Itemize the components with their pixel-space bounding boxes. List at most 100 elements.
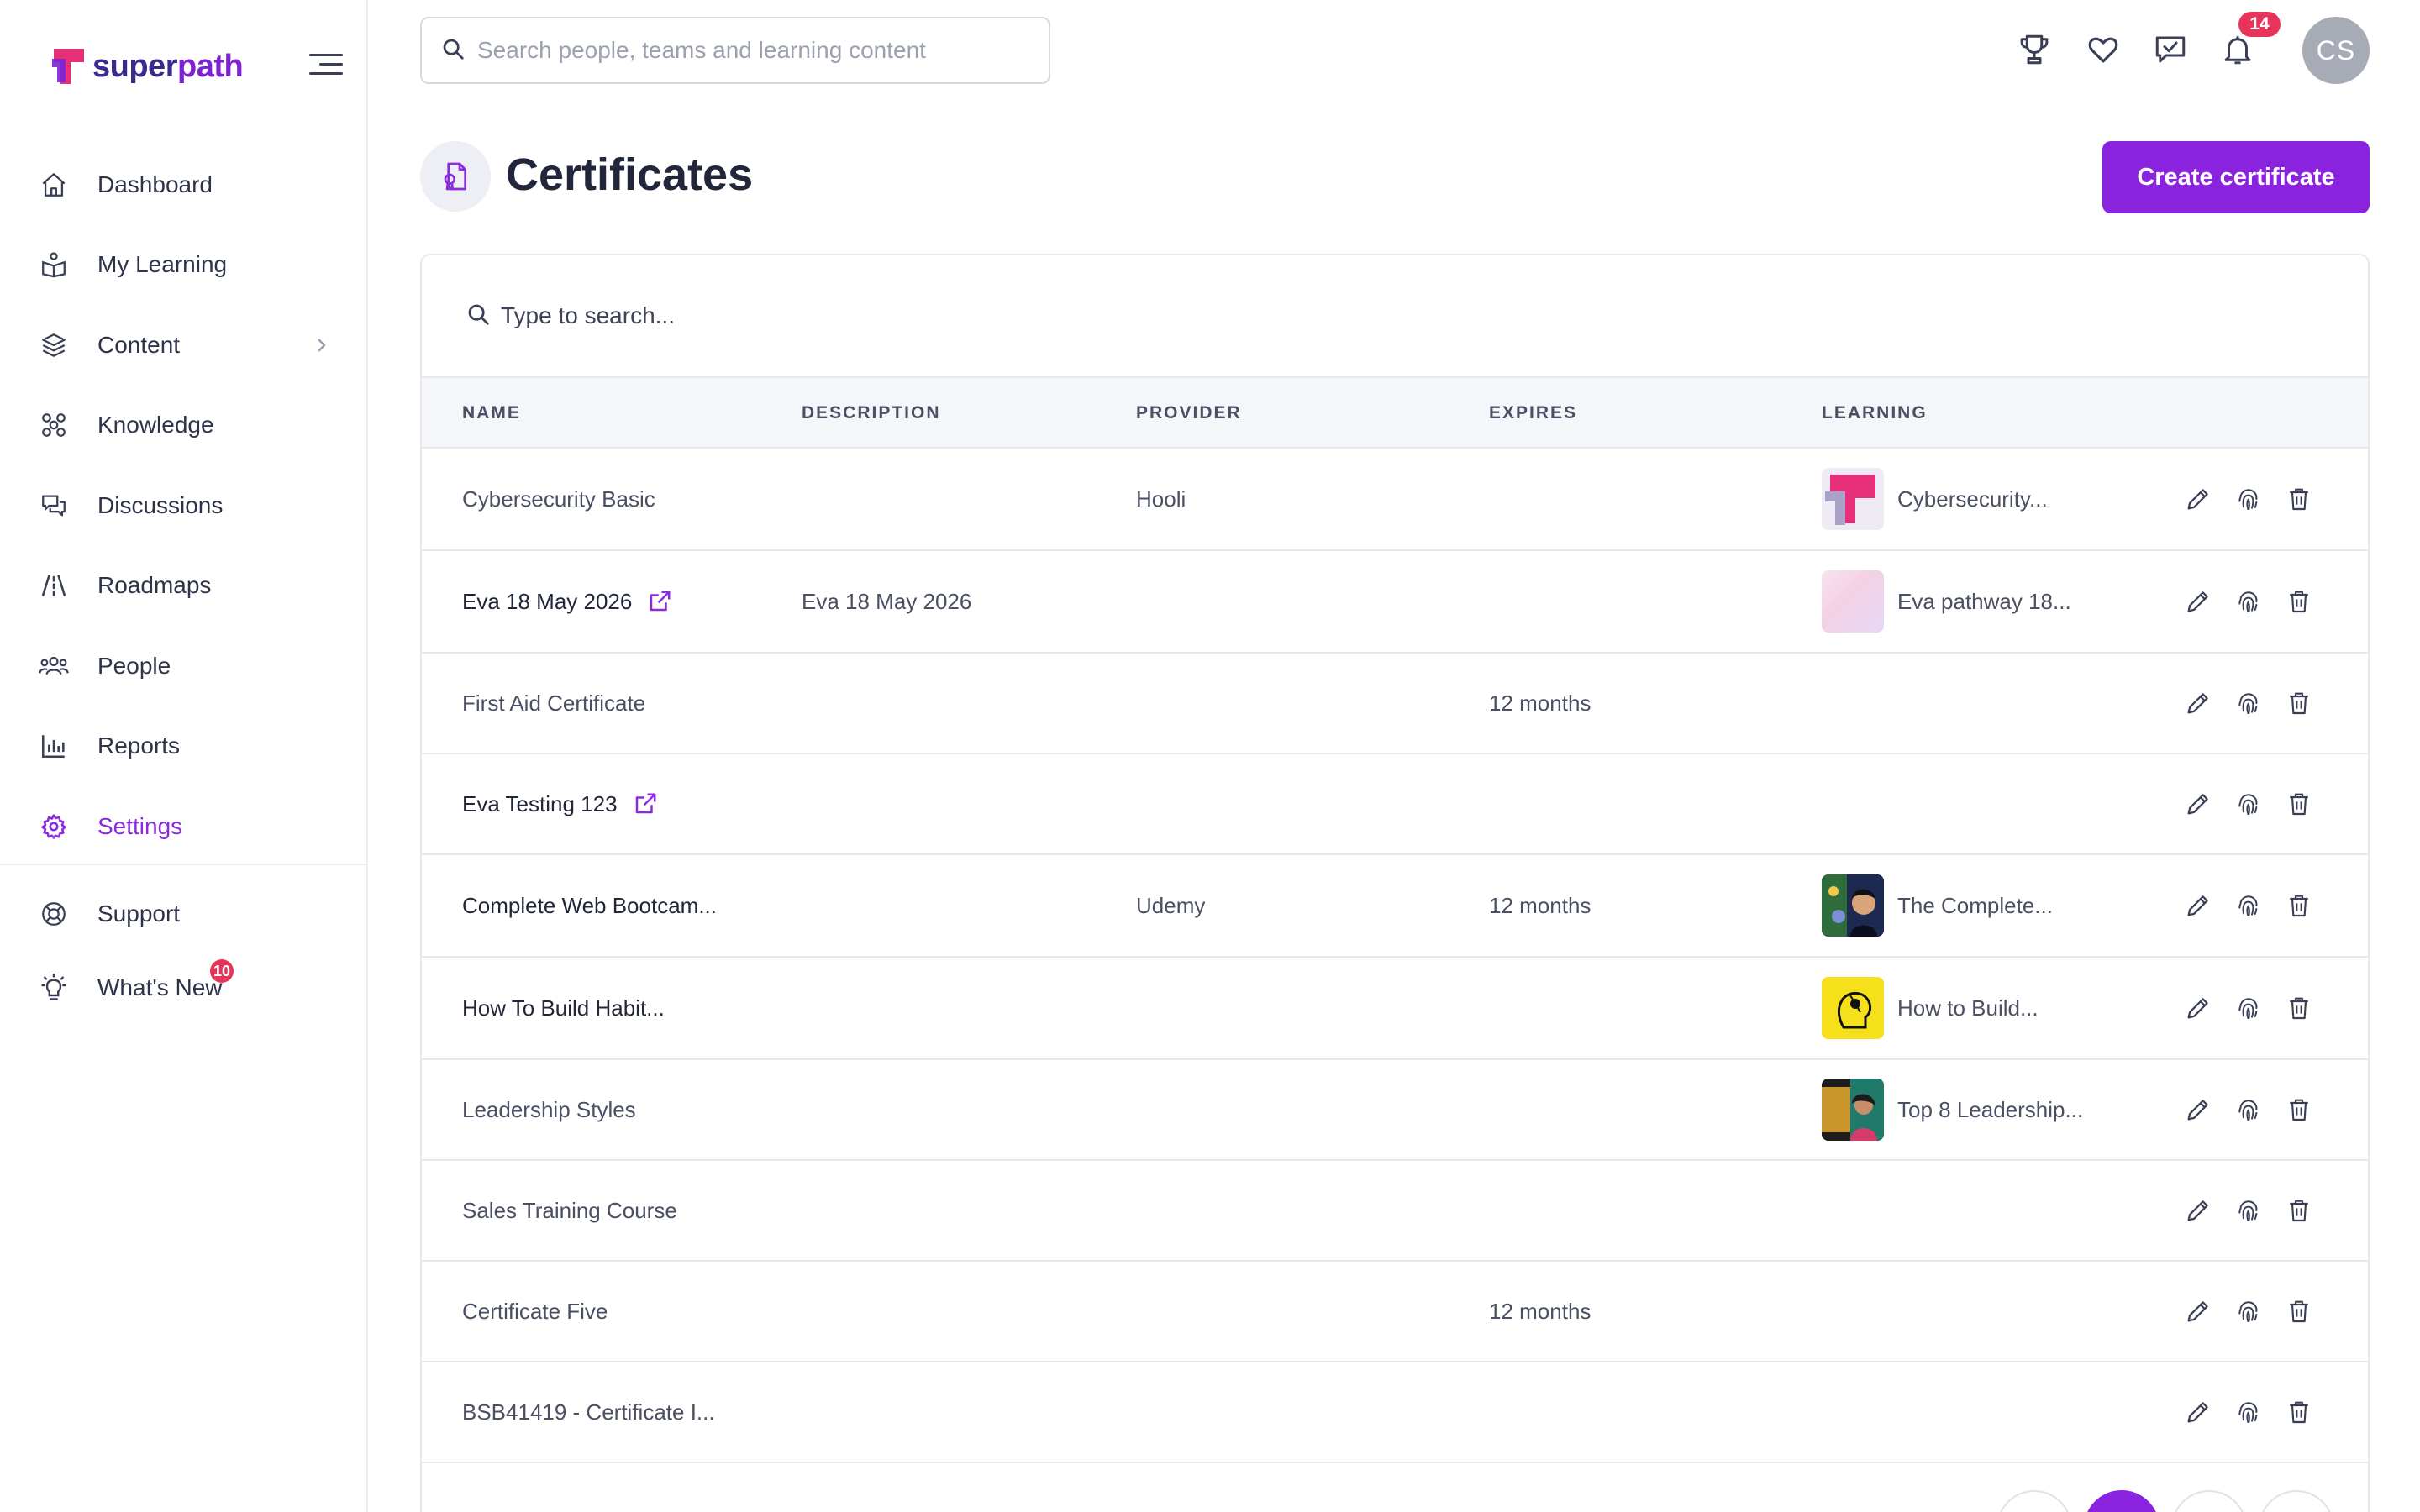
column-header-learning[interactable]: LEARNING: [1822, 378, 1928, 449]
support-icon: [39, 899, 69, 929]
sidebar: superpath Dashboard My Learning Content: [0, 0, 368, 1512]
learning-title[interactable]: Eva pathway 18...: [1897, 589, 2071, 615]
fingerprint-icon[interactable]: [2232, 1093, 2265, 1126]
edit-icon[interactable]: [2181, 585, 2215, 618]
learning-thumbnail: [1822, 570, 1884, 633]
delete-icon[interactable]: [2282, 686, 2316, 720]
home-icon: [39, 170, 69, 200]
certificate-name[interactable]: Eva 18 May 2026: [462, 589, 632, 615]
table-row[interactable]: Certificate Five 12 months: [422, 1262, 2368, 1362]
table-row[interactable]: First Aid Certificate 12 months: [422, 654, 2368, 754]
delete-icon[interactable]: [2282, 1093, 2316, 1126]
trophy-icon[interactable]: [2017, 32, 2054, 69]
sidebar-item-discussions[interactable]: Discussions: [0, 465, 368, 546]
table-row[interactable]: Cybersecurity Basic Hooli Cybersecurity.…: [422, 449, 2368, 551]
delete-icon[interactable]: [2282, 1194, 2316, 1227]
certificate-name[interactable]: Cybersecurity Basic: [462, 486, 655, 512]
edit-icon[interactable]: [2181, 686, 2215, 720]
column-header-name[interactable]: NAME: [462, 378, 521, 449]
fingerprint-icon[interactable]: [2232, 1194, 2265, 1227]
certificate-name[interactable]: Sales Training Course: [462, 1198, 677, 1224]
superpath-logo[interactable]: superpath: [49, 45, 244, 87]
edit-icon[interactable]: [2181, 1294, 2215, 1328]
row-actions: [2181, 654, 2333, 753]
sidebar-item-roadmaps[interactable]: Roadmaps: [0, 546, 368, 627]
column-header-expires[interactable]: EXPIRES: [1489, 378, 1577, 449]
fingerprint-icon[interactable]: [2232, 889, 2265, 922]
row-actions: [2181, 1362, 2333, 1462]
fingerprint-icon[interactable]: [2232, 482, 2265, 516]
edit-icon[interactable]: [2181, 991, 2215, 1025]
sidebar-item-dashboard[interactable]: Dashboard: [0, 144, 368, 225]
certificate-name[interactable]: Complete Web Bootcam...: [462, 893, 717, 919]
search-icon: [440, 36, 466, 66]
edit-icon[interactable]: [2181, 1194, 2215, 1227]
sidebar-item-label: Discussions: [97, 491, 224, 518]
certificate-name[interactable]: First Aid Certificate: [462, 690, 645, 717]
table-row[interactable]: BSB41419 - Certificate I...: [422, 1362, 2368, 1463]
table-row[interactable]: Sales Training Course: [422, 1161, 2368, 1262]
expires-value: 12 months: [1489, 690, 1591, 716]
learning-title[interactable]: Top 8 Leadership...: [1897, 1097, 2083, 1123]
column-header-description[interactable]: DESCRIPTION: [802, 378, 941, 449]
avatar[interactable]: CS: [2302, 17, 2370, 84]
certificate-name[interactable]: How To Build Habit...: [462, 995, 665, 1021]
certificate-name[interactable]: Certificate Five: [462, 1299, 608, 1325]
delete-icon[interactable]: [2282, 1395, 2316, 1429]
global-search-input[interactable]: [477, 37, 1032, 64]
table-row[interactable]: How To Build Habit... How to Build...: [422, 958, 2368, 1060]
fingerprint-icon[interactable]: [2232, 585, 2265, 618]
delete-icon[interactable]: [2282, 889, 2316, 922]
external-link-icon[interactable]: [647, 589, 672, 614]
table-row[interactable]: Leadership Styles Top 8 Leadership...: [422, 1060, 2368, 1161]
table-row[interactable]: Eva 18 May 2026 Eva 18 May 2026 Eva path…: [422, 551, 2368, 654]
fingerprint-icon[interactable]: [2232, 787, 2265, 821]
learning-title[interactable]: Cybersecurity...: [1897, 486, 2048, 512]
edit-icon[interactable]: [2181, 787, 2215, 821]
edit-icon[interactable]: [2181, 482, 2215, 516]
learning-title[interactable]: The Complete...: [1897, 893, 2053, 919]
collapse-menu-button[interactable]: [309, 54, 343, 76]
chevron-right-icon: [313, 335, 329, 355]
sidebar-item-label: What's New: [97, 974, 223, 1000]
edit-icon[interactable]: [2181, 1093, 2215, 1126]
external-link-icon[interactable]: [633, 791, 658, 816]
bell-icon[interactable]: [2220, 32, 2257, 69]
sidebar-item-label: Settings: [97, 812, 183, 839]
row-actions: [2181, 1060, 2333, 1159]
sidebar-item-label: Support: [97, 900, 181, 927]
edit-icon[interactable]: [2181, 889, 2215, 922]
fingerprint-icon[interactable]: [2232, 991, 2265, 1025]
table-search: [422, 255, 2368, 378]
table-row[interactable]: Eva Testing 123: [422, 754, 2368, 855]
logo-text-prefix: super: [92, 48, 177, 84]
table-row[interactable]: Complete Web Bootcam... Udemy 12 months …: [422, 855, 2368, 958]
sidebar-item-my-learning[interactable]: My Learning: [0, 225, 368, 306]
fingerprint-icon[interactable]: [2232, 1294, 2265, 1328]
sidebar-item-whats-new[interactable]: What's New 10: [0, 951, 368, 1025]
sidebar-item-label: My Learning: [97, 251, 228, 278]
feedback-icon[interactable]: [2153, 32, 2190, 69]
delete-icon[interactable]: [2282, 585, 2316, 618]
sidebar-item-people[interactable]: People: [0, 626, 368, 706]
sidebar-item-support[interactable]: Support: [0, 877, 368, 951]
sidebar-item-reports[interactable]: Reports: [0, 706, 368, 787]
sidebar-item-knowledge[interactable]: Knowledge: [0, 386, 368, 466]
delete-icon[interactable]: [2282, 482, 2316, 516]
delete-icon[interactable]: [2282, 991, 2316, 1025]
certificate-name[interactable]: Leadership Styles: [462, 1097, 636, 1123]
create-certificate-button[interactable]: Create certificate: [2102, 141, 2370, 213]
delete-icon[interactable]: [2282, 787, 2316, 821]
sidebar-item-content[interactable]: Content: [0, 305, 368, 386]
column-header-provider[interactable]: PROVIDER: [1136, 378, 1242, 449]
heart-icon[interactable]: [2086, 32, 2123, 69]
delete-icon[interactable]: [2282, 1294, 2316, 1328]
sidebar-item-settings[interactable]: Settings: [0, 786, 368, 867]
table-search-input[interactable]: [501, 302, 1173, 329]
learning-title[interactable]: How to Build...: [1897, 995, 2039, 1021]
certificate-name[interactable]: BSB41419 - Certificate I...: [462, 1399, 715, 1425]
fingerprint-icon[interactable]: [2232, 686, 2265, 720]
certificate-name[interactable]: Eva Testing 123: [462, 791, 618, 817]
edit-icon[interactable]: [2181, 1395, 2215, 1429]
fingerprint-icon[interactable]: [2232, 1395, 2265, 1429]
